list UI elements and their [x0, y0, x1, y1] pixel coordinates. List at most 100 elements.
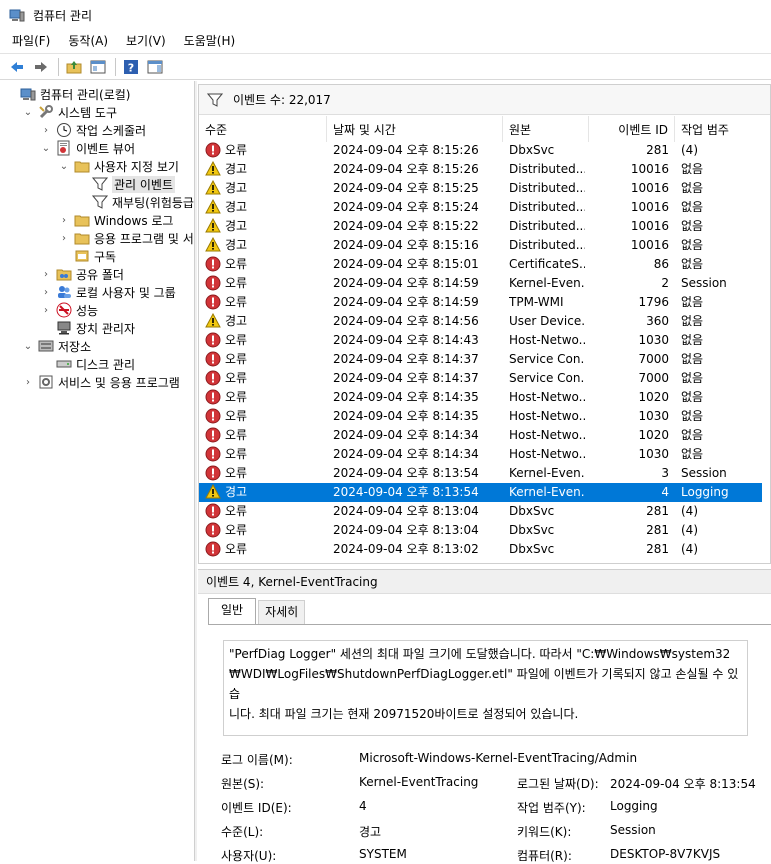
menu-action[interactable]: 동작(A) [62, 30, 114, 52]
help-button[interactable]: ? [120, 56, 142, 78]
expand-chevron-icon[interactable]: › [40, 305, 52, 316]
menu-help[interactable]: 도움말(H) [178, 30, 242, 52]
keyword-value: Session [610, 823, 656, 837]
event-id-cell: 2 [661, 276, 669, 290]
event-row[interactable]: 오류 2024-09-04 오후 8:15:01 CertificateS... 86… [199, 255, 762, 274]
event-row[interactable]: 경고 2024-09-04 오후 8:14:56 User Device... 360… [199, 312, 762, 331]
column-header-category[interactable]: 작업 범주 [675, 116, 770, 142]
event-row[interactable]: 오류 2024-09-04 오후 8:14:34 Host-Netwo... 1030… [199, 445, 762, 464]
expand-chevron-icon[interactable]: › [22, 377, 34, 388]
source-cell: TPM-WMI [509, 295, 564, 309]
event-row[interactable]: 경고 2024-09-04 오후 8:15:22 Distributed... 100… [199, 217, 762, 236]
event-row[interactable]: 경고 2024-09-04 오후 8:15:25 Distributed... 100… [199, 179, 762, 198]
up-folder-button[interactable] [63, 56, 85, 78]
collapse-chevron-icon[interactable]: ⌄ [40, 143, 52, 154]
event-row[interactable]: 오류 2024-09-04 오후 8:14:37 Service Con... 700… [199, 350, 762, 369]
tab-details[interactable]: 자세히 [258, 600, 306, 624]
show-hide-tree-icon [90, 60, 106, 73]
source-cell: DbxSvc [509, 143, 555, 157]
level-cell: 오류 [225, 295, 248, 309]
tree-item[interactable]: › 성능 [40, 301, 98, 319]
tab-general[interactable]: 일반 [208, 598, 257, 624]
event-row[interactable]: 오류 2024-09-04 오후 8:14:37 Service Con... 700… [199, 369, 762, 388]
event-detail-title: 이벤트 4, Kernel-EventTracing [198, 570, 771, 594]
expand-chevron-icon[interactable]: › [58, 215, 70, 226]
collapse-chevron-icon[interactable]: ⌄ [22, 107, 34, 118]
error-icon [205, 503, 221, 519]
tree-item[interactable]: ⌄ 이벤트 뷰어 [40, 139, 135, 157]
warning-icon [205, 483, 221, 500]
event-id-cell: 10016 [630, 162, 669, 176]
tree-item[interactable]: › 서비스 및 응용 프로그램 [22, 373, 180, 391]
tree-item[interactable]: › 작업 스케줄러 [40, 121, 146, 139]
tree-item[interactable]: 장치 관리자 [40, 319, 135, 337]
event-row[interactable]: 오류 2024-09-04 오후 8:13:04 DbxSvc 281 (4) [199, 521, 762, 540]
collapse-chevron-icon[interactable]: ⌄ [58, 161, 70, 172]
tree-item[interactable]: › Windows 로그 [58, 211, 173, 229]
menu-file[interactable]: 파일(F) [6, 30, 56, 52]
tree-item[interactable]: ⌄ 사용자 지정 보기 [58, 157, 179, 175]
datetime-cell: 2024-09-04 오후 8:15:24 [333, 200, 479, 214]
event-message[interactable]: "PerfDiag Logger" 세션의 최대 파일 크기에 도달했습니다. … [223, 640, 748, 736]
performance-icon [56, 302, 72, 318]
source-cell: Service Con... [509, 371, 585, 385]
action-pane-button[interactable] [144, 56, 166, 78]
event-id-label: 이벤트 ID(E): [221, 801, 292, 815]
tree-item-label: 성능 [76, 303, 99, 318]
warning-icon [205, 312, 221, 329]
event-row[interactable]: 오류 2024-09-04 오후 8:13:02 DbxSvc 281 (4) [199, 540, 762, 559]
event-row[interactable]: 오류 2024-09-04 오후 8:14:35 Host-Netwo... 1030… [199, 407, 762, 426]
event-row[interactable]: 오류 2024-09-04 오후 8:13:04 DbxSvc 281 (4) [199, 502, 762, 521]
event-row[interactable]: 오류 2024-09-04 오후 8:14:59 Kernel-Even... 2 Se… [199, 274, 762, 293]
show-hide-tree-button[interactable] [87, 56, 109, 78]
event-row[interactable]: 경고 2024-09-04 오후 8:15:24 Distributed... 100… [199, 198, 762, 217]
pane-splitter[interactable] [195, 81, 197, 861]
error-icon [205, 446, 221, 462]
column-header-level[interactable]: 수준 [199, 116, 327, 142]
collapse-chevron-icon[interactable]: ⌄ [22, 341, 34, 352]
clock-icon [56, 122, 72, 138]
expand-chevron-icon[interactable]: › [40, 269, 52, 280]
category-cell: (4) [681, 542, 698, 556]
event-row[interactable]: 오류 2024-09-04 오후 8:14:34 Host-Netwo... 1020… [199, 426, 762, 445]
expand-chevron-icon[interactable]: › [58, 233, 70, 244]
tree-item[interactable]: › 공유 폴더 [40, 265, 124, 283]
event-row[interactable]: 오류 2024-09-04 오후 8:15:26 DbxSvc 281 (4) [199, 141, 762, 160]
tree-item[interactable]: 컴퓨터 관리(로컬) [4, 85, 130, 103]
column-header-source[interactable]: 원본 [503, 116, 589, 142]
tree-item[interactable]: › 로컬 사용자 및 그룹 [40, 283, 176, 301]
tree-item[interactable]: ⌄ 시스템 도구 [22, 103, 117, 121]
tree-item[interactable]: 구독 [58, 247, 116, 265]
column-header-datetime[interactable]: 날짜 및 시간 [327, 116, 503, 142]
tree-item[interactable]: 관리 이벤트 [76, 175, 176, 193]
forward-button[interactable] [30, 56, 52, 78]
tree-item[interactable]: › 응용 프로그램 및 서 [58, 229, 194, 247]
tree-item[interactable]: 재부팅(위험등급 [76, 193, 194, 211]
datetime-cell: 2024-09-04 오후 8:15:25 [333, 181, 479, 195]
expand-chevron-icon[interactable]: › [40, 125, 52, 136]
tree-item[interactable]: ⌄ 저장소 [22, 337, 91, 355]
event-row[interactable]: 경고 2024-09-04 오후 8:15:26 Distributed... 100… [199, 160, 762, 179]
category-cell: 없음 [681, 200, 704, 214]
column-header-event-id[interactable]: 이벤트 ID [589, 116, 675, 142]
event-row[interactable]: 오류 2024-09-04 오후 8:14:43 Host-Netwo... 1030… [199, 331, 762, 350]
source-cell: DbxSvc [509, 523, 555, 537]
event-row[interactable]: 경고 2024-09-04 오후 8:13:54 Kernel-Even... 4 Lo… [199, 483, 762, 502]
event-row[interactable]: 오류 2024-09-04 오후 8:13:54 Kernel-Even... 3 Se… [199, 464, 762, 483]
tree-item-label: 작업 스케줄러 [76, 123, 147, 138]
datetime-cell: 2024-09-04 오후 8:15:26 [333, 143, 479, 157]
source-cell: Host-Netwo... [509, 390, 585, 404]
event-id-cell: 1030 [638, 409, 669, 423]
event-row[interactable]: 오류 2024-09-04 오후 8:14:59 TPM-WMI 1796 없음 [199, 293, 762, 312]
tree-item-label: 시스템 도구 [58, 105, 118, 120]
tree-item[interactable]: 디스크 관리 [40, 355, 135, 373]
event-row[interactable]: 오류 2024-09-04 오후 8:14:35 Host-Netwo... 1020… [199, 388, 762, 407]
keyword-label: 키워드(K): [517, 825, 572, 839]
menu-view[interactable]: 보기(V) [120, 30, 172, 52]
expand-chevron-icon[interactable]: › [40, 287, 52, 298]
error-icon [205, 256, 221, 272]
detail-tabs: 일반 자세히 [208, 598, 307, 624]
level-cell: 경고 [225, 485, 248, 499]
event-row[interactable]: 경고 2024-09-04 오후 8:15:16 Distributed... 100… [199, 236, 762, 255]
back-button[interactable] [6, 56, 28, 78]
